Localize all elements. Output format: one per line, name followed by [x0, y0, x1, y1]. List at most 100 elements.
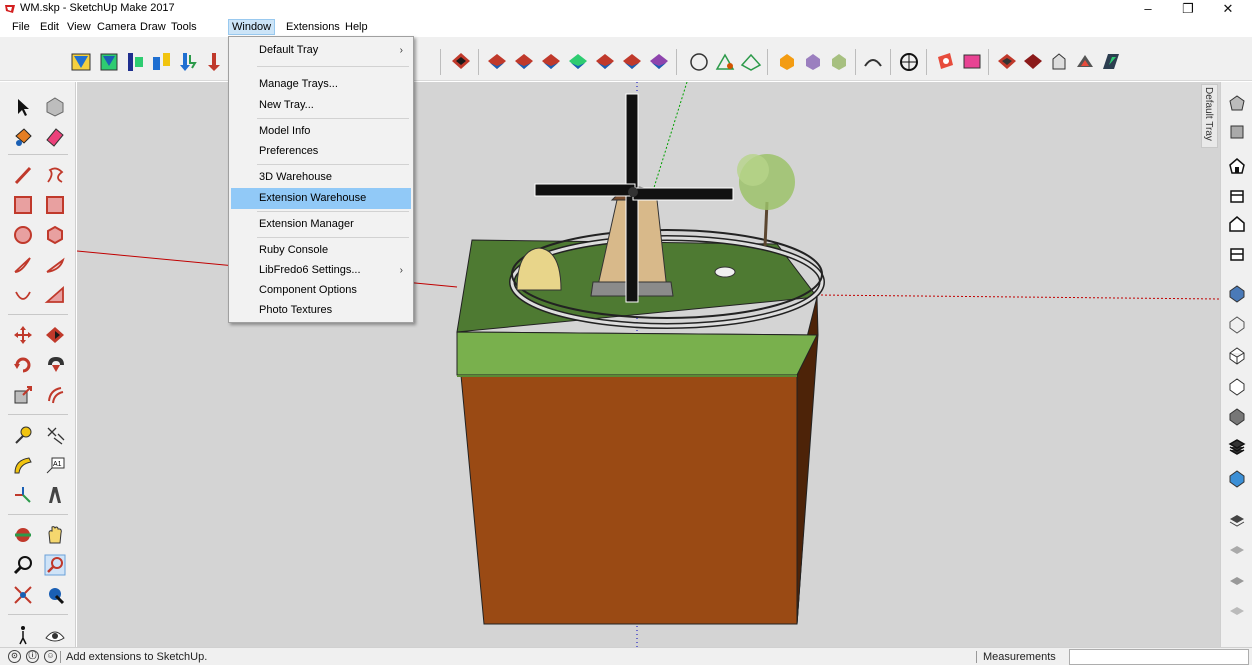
line-tool-icon[interactable] — [12, 164, 34, 186]
geo-location-icon[interactable]: ⊙ — [8, 650, 21, 663]
menu-file[interactable]: File — [9, 19, 33, 35]
geo-location-icon[interactable] — [898, 51, 920, 73]
iso-view-icon[interactable] — [1227, 156, 1247, 176]
previous-view-icon[interactable] — [44, 584, 66, 606]
select-arrow-icon[interactable] — [12, 96, 34, 118]
right-view-icon[interactable] — [1227, 243, 1247, 263]
top-view-icon[interactable] — [1227, 185, 1247, 205]
orbit-icon[interactable] — [12, 524, 34, 546]
view-top-icon[interactable] — [513, 51, 535, 73]
follow-me-icon[interactable] — [44, 354, 66, 376]
pan-icon[interactable] — [44, 524, 66, 546]
layers-icon[interactable] — [1227, 510, 1247, 530]
extension-warehouse-icon[interactable] — [1227, 122, 1247, 142]
menu-camera[interactable]: Camera — [94, 19, 139, 35]
menu-edit[interactable]: Edit — [37, 19, 62, 35]
menu-item-model-info[interactable]: Model Info — [231, 121, 411, 142]
user-account-icon[interactable]: ☺ — [44, 650, 57, 663]
menu-item-extension-warehouse[interactable]: Extension Warehouse — [231, 188, 411, 209]
zoom-icon[interactable] — [12, 554, 34, 576]
look-around-icon[interactable] — [44, 624, 66, 646]
default-tray-tab[interactable]: Default Tray — [1201, 84, 1218, 148]
section-plane-icon[interactable] — [124, 51, 146, 73]
view-right-icon[interactable] — [567, 51, 589, 73]
circle-icon[interactable] — [12, 224, 34, 246]
sandbox-mesh-icon[interactable] — [740, 51, 762, 73]
paint-bucket-icon[interactable] — [776, 51, 798, 73]
dimension-icon[interactable] — [44, 424, 66, 446]
shaded-style-icon[interactable] — [1227, 376, 1247, 396]
monochrome-style-icon[interactable] — [1227, 437, 1247, 457]
edges-style-icon[interactable] — [1227, 468, 1247, 488]
hidden-line-style-icon[interactable] — [1227, 345, 1247, 365]
rectangle-icon[interactable] — [12, 194, 34, 216]
freehand-icon[interactable] — [44, 164, 66, 186]
pie-icon[interactable] — [44, 284, 66, 306]
rotate-icon[interactable] — [12, 354, 34, 376]
view-left-icon[interactable] — [621, 51, 643, 73]
select-material-icon[interactable] — [70, 51, 92, 73]
style-shaded-icon[interactable] — [996, 51, 1018, 73]
push-pull-icon[interactable] — [44, 324, 66, 346]
close-button[interactable]: ✕ — [1208, 0, 1248, 18]
style-monochrome-icon[interactable] — [1100, 51, 1122, 73]
three-point-arc-icon[interactable] — [12, 284, 34, 306]
measurements-input[interactable] — [1069, 649, 1249, 665]
view-front-icon[interactable] — [540, 51, 562, 73]
arrow-down-red-icon[interactable] — [203, 51, 225, 73]
dynamic-attributes-icon[interactable] — [961, 51, 983, 73]
scale-icon[interactable] — [12, 384, 34, 406]
minimize-button[interactable]: – — [1128, 0, 1168, 18]
menu-item-libfredo6-settings[interactable]: LibFredo6 Settings... › — [231, 260, 411, 281]
paint-bucket-tool-icon[interactable] — [12, 126, 34, 148]
wireframe-style-icon[interactable] — [1227, 314, 1247, 334]
front-view-icon[interactable] — [1227, 214, 1247, 234]
material-sample-icon[interactable] — [802, 51, 824, 73]
menu-item-component-options[interactable]: Component Options — [231, 280, 411, 301]
menu-item-default-tray[interactable]: Default Tray › — [231, 40, 411, 61]
axes-tool-icon[interactable] — [450, 51, 472, 73]
style-xray-icon[interactable] — [1022, 51, 1044, 73]
push-down-icon[interactable] — [177, 51, 199, 73]
sandbox-smoove-icon[interactable] — [714, 51, 736, 73]
walk-icon[interactable] — [12, 624, 34, 646]
menu-item-manage-trays[interactable]: Manage Trays... — [231, 74, 411, 95]
view-bottom-icon[interactable] — [648, 51, 670, 73]
credits-icon[interactable]: ⓘ — [26, 650, 39, 663]
protractor-icon[interactable] — [12, 454, 34, 476]
material-replace-icon[interactable] — [828, 51, 850, 73]
menu-item-3d-warehouse[interactable]: 3D Warehouse — [231, 167, 411, 188]
text-tool-icon[interactable]: A1 — [44, 454, 66, 476]
warehouse-icon[interactable] — [1227, 93, 1247, 113]
two-point-arc-icon[interactable] — [44, 254, 66, 276]
maximize-button[interactable]: ❐ — [1168, 0, 1208, 18]
menu-tools[interactable]: Tools — [168, 19, 200, 35]
scenes-icon[interactable] — [1227, 541, 1247, 561]
menu-view[interactable]: View — [64, 19, 94, 35]
dynamic-component-icon[interactable] — [934, 51, 956, 73]
eraser-icon[interactable] — [44, 126, 66, 148]
menu-window[interactable]: Window — [228, 19, 276, 35]
move-icon[interactable] — [12, 324, 34, 346]
shaded-textures-style-icon[interactable] — [1227, 406, 1247, 426]
menu-item-photo-textures[interactable]: Photo Textures — [231, 300, 411, 321]
menu-item-new-tray[interactable]: New Tray... — [231, 95, 411, 116]
component-icon[interactable] — [98, 51, 120, 73]
make-component-icon[interactable] — [44, 96, 66, 118]
offset-icon[interactable] — [44, 384, 66, 406]
polygon-icon[interactable] — [44, 224, 66, 246]
menu-draw[interactable]: Draw — [137, 19, 169, 35]
view-back-icon[interactable] — [594, 51, 616, 73]
menu-item-preferences[interactable]: Preferences — [231, 141, 411, 162]
view-iso-icon[interactable] — [486, 51, 508, 73]
arc-icon[interactable] — [12, 254, 34, 276]
menu-help[interactable]: Help — [342, 19, 371, 35]
fog-icon[interactable] — [1227, 602, 1247, 622]
zoom-extents-icon[interactable] — [12, 584, 34, 606]
section-fill-icon[interactable] — [862, 51, 884, 73]
rotated-rectangle-icon[interactable] — [44, 194, 66, 216]
xray-style-icon[interactable] — [1227, 283, 1247, 303]
solid-union-icon[interactable] — [688, 51, 710, 73]
menu-item-ruby-console[interactable]: Ruby Console — [231, 240, 411, 261]
style-textured-icon[interactable] — [1074, 51, 1096, 73]
